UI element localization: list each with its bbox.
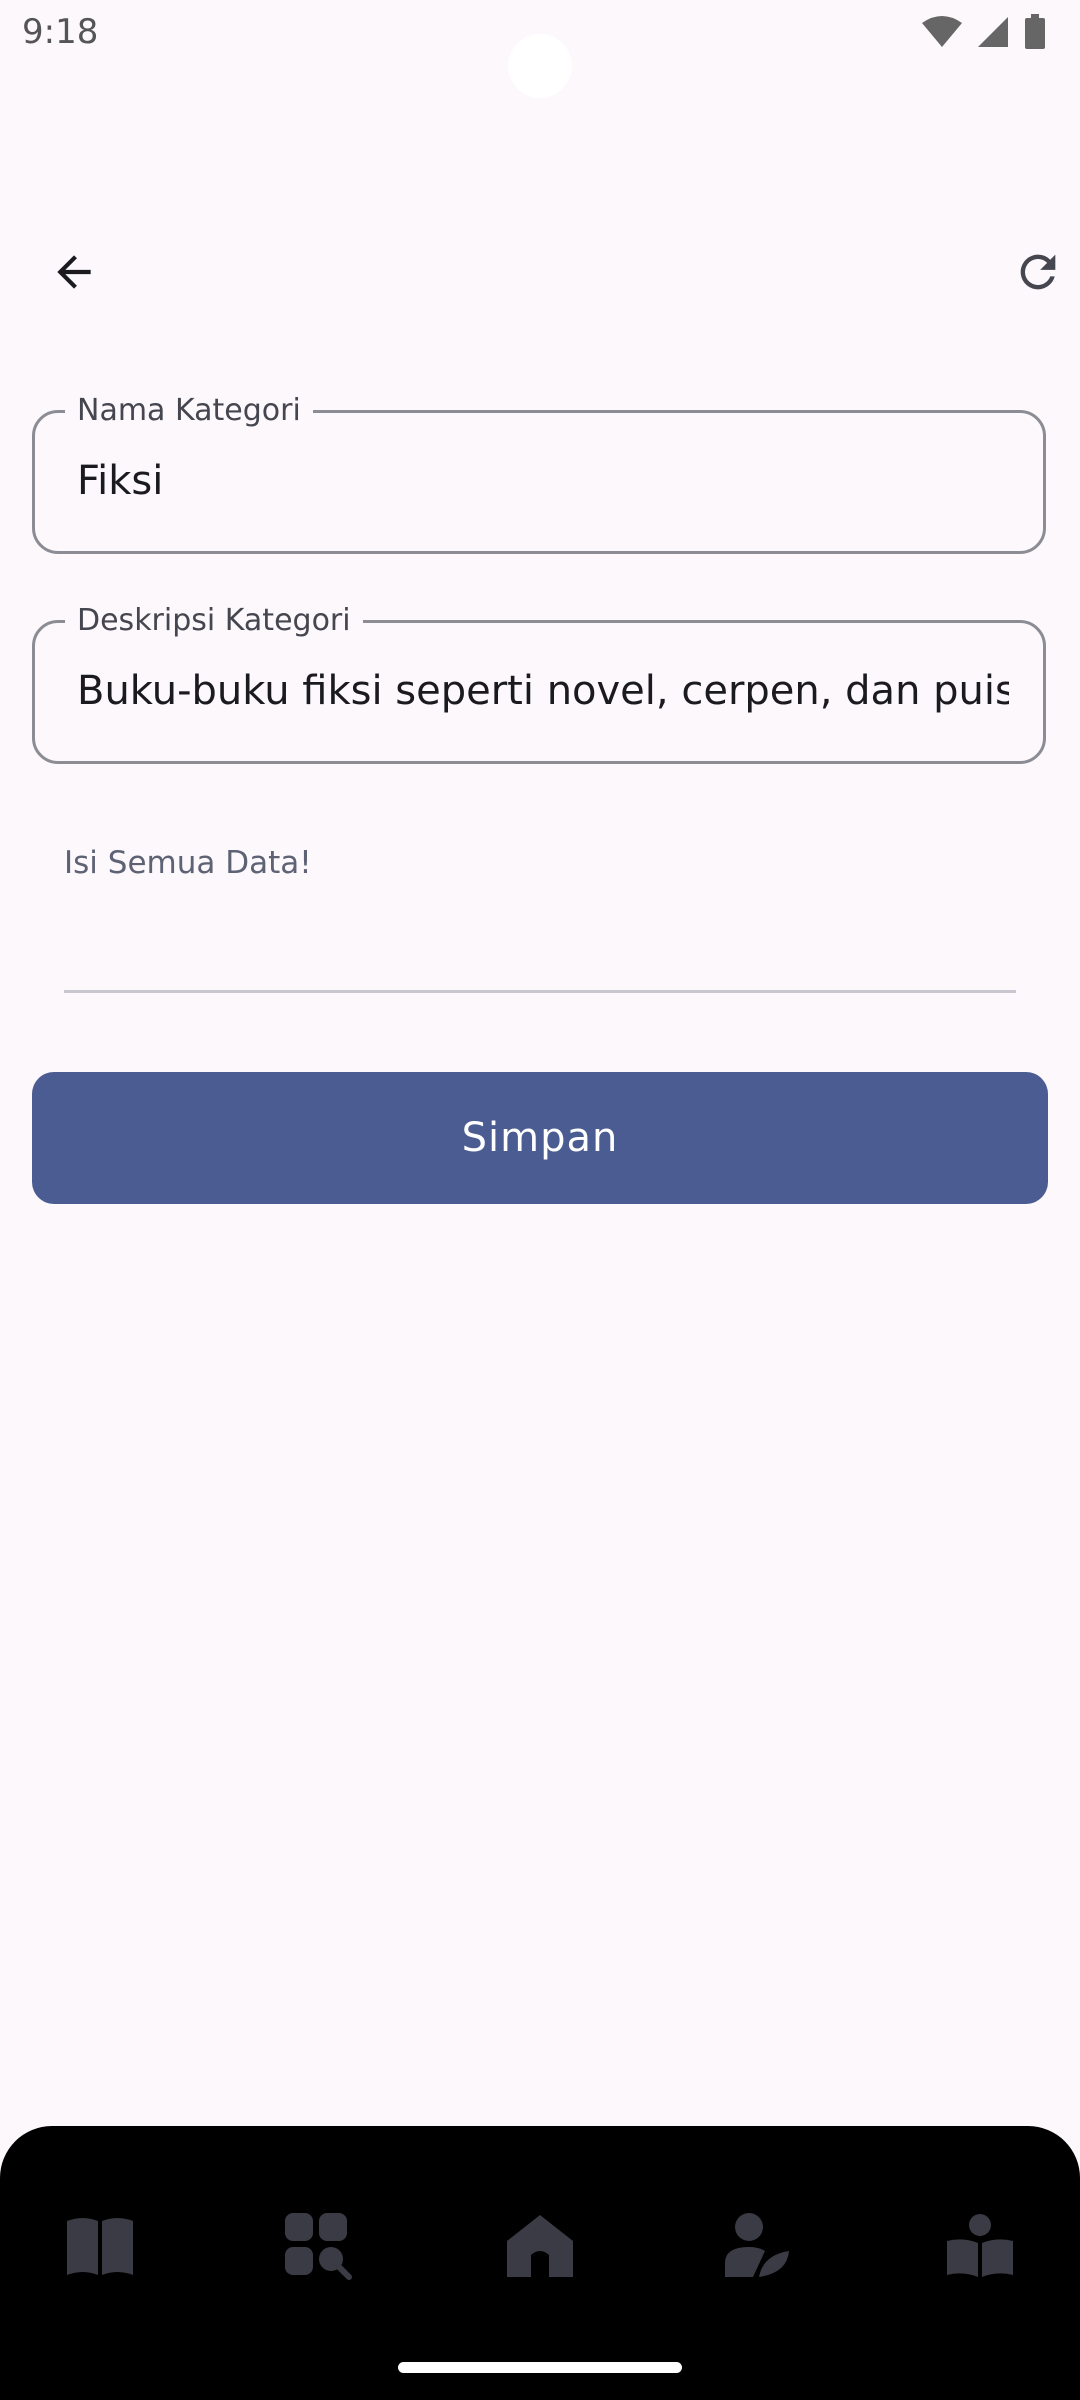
signal-icon [978, 17, 1008, 47]
status-time: 9:18 [22, 12, 99, 52]
status-bar: 9:18 [0, 0, 1080, 98]
category-name-input[interactable]: Fiksi [77, 458, 1009, 504]
nav-item-categories[interactable] [268, 2196, 368, 2296]
category-description-input[interactable]: Buku-buku fiksi seperti novel, cerpen, d… [77, 668, 1009, 714]
hint-divider [64, 990, 1016, 993]
reader-icon [947, 2214, 1013, 2277]
back-button[interactable] [32, 230, 116, 314]
bottom-navigation [0, 2126, 1080, 2400]
nav-item-books[interactable] [50, 2196, 150, 2296]
top-app-bar [0, 230, 1080, 314]
category-name-label: Nama Kategori [65, 393, 313, 428]
nav-item-reader[interactable] [930, 2196, 1030, 2296]
camera-cutout [508, 34, 572, 98]
refresh-icon [1020, 254, 1056, 290]
person-leaf-icon [725, 2213, 789, 2277]
arrow-back-icon [57, 255, 91, 289]
validation-hint: Isi Semua Data! [64, 845, 312, 881]
status-icons [922, 14, 1046, 50]
home-icon [507, 2215, 573, 2277]
category-name-field[interactable]: Nama Kategori Fiksi [32, 393, 1046, 554]
nav-item-authors[interactable] [708, 2196, 808, 2296]
nav-item-home[interactable] [490, 2196, 590, 2296]
category-description-field[interactable]: Deskripsi Kategori Buku-buku fiksi seper… [32, 603, 1046, 764]
gesture-handle[interactable] [398, 2362, 682, 2373]
battery-icon [1025, 14, 1045, 49]
save-button-label: Simpan [461, 1115, 619, 1161]
refresh-button[interactable] [996, 230, 1080, 314]
category-search-icon [285, 2213, 352, 2280]
book-icon [67, 2218, 133, 2275]
category-description-label: Deskripsi Kategori [65, 603, 363, 638]
save-button[interactable]: Simpan [32, 1072, 1048, 1204]
wifi-icon [922, 16, 962, 47]
